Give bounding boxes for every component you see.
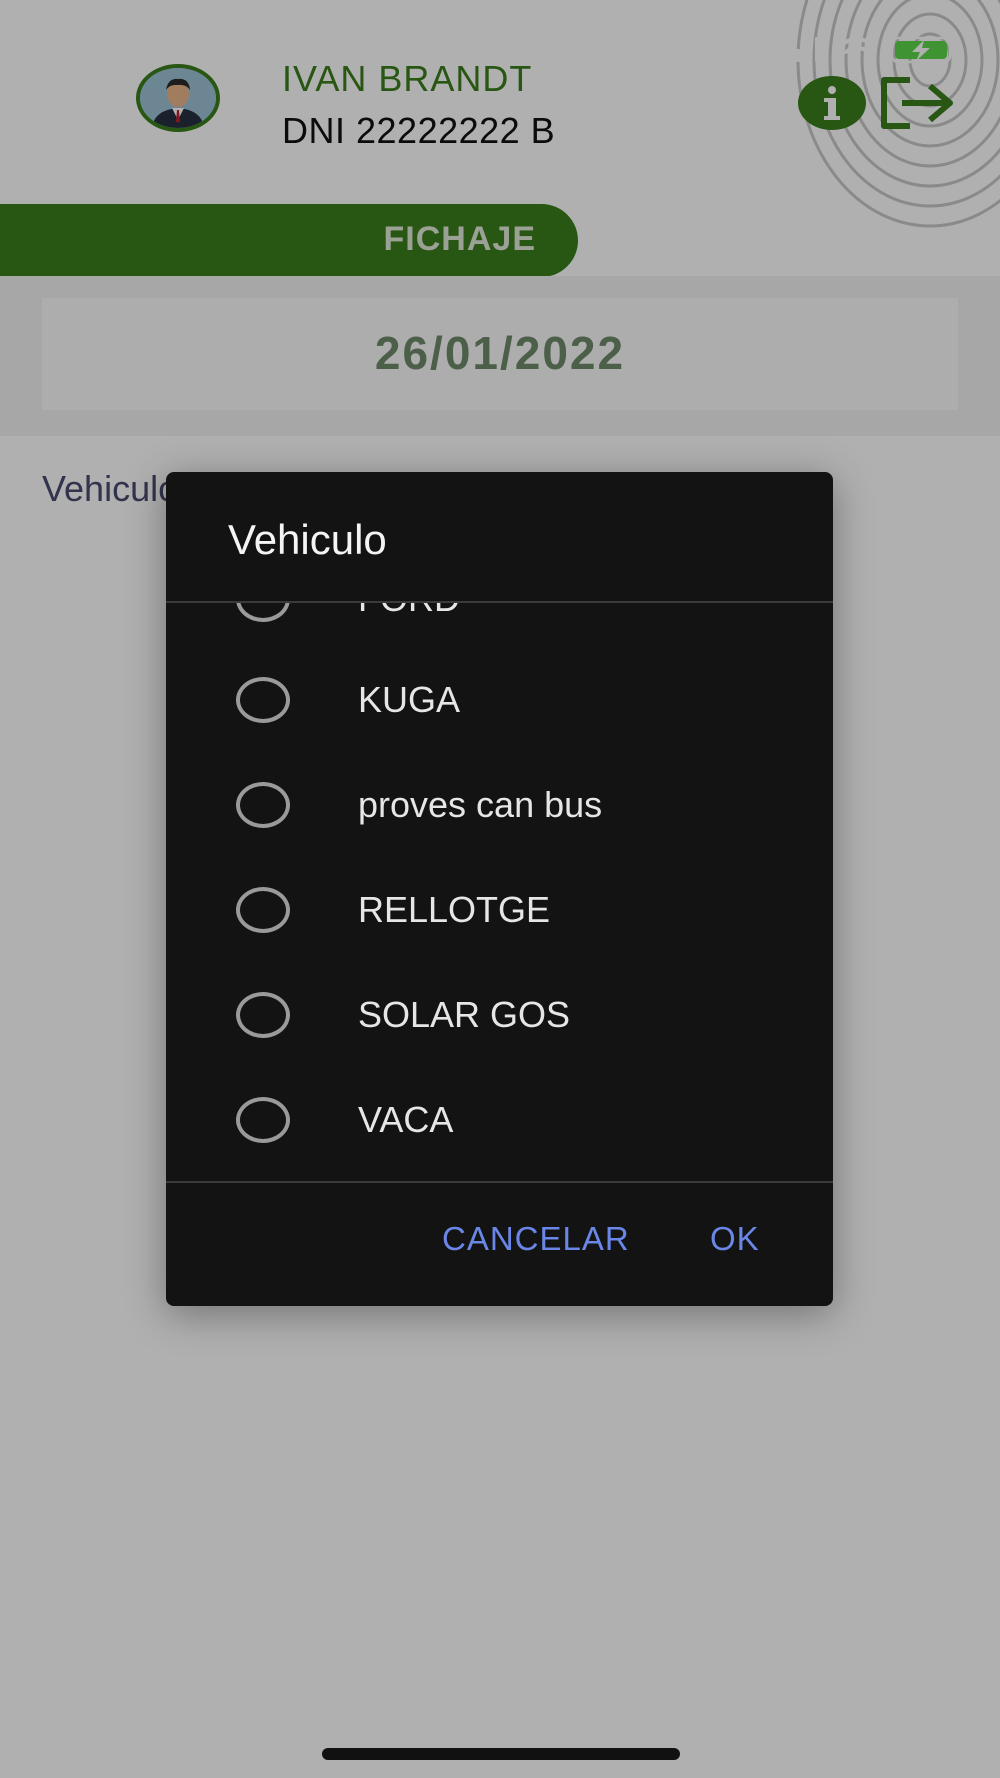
option-solar-gos[interactable]: SOLAR GOS (166, 963, 833, 1068)
option-label: KUGA (358, 679, 461, 720)
option-vaca[interactable]: VACA (166, 1068, 833, 1173)
option-label: VACA (358, 1099, 454, 1140)
radio-unchecked-icon[interactable] (236, 603, 290, 622)
option-proves-can-bus[interactable]: proves can bus (166, 753, 833, 858)
vehicle-dialog: Vehiculo FORD KUGA proves can bus RELLOT… (166, 472, 833, 1306)
option-label: SOLAR GOS (358, 994, 571, 1035)
options-list[interactable]: FORD KUGA proves can bus RELLOTGE SOLAR … (166, 603, 833, 1181)
radio-unchecked-icon[interactable] (236, 992, 290, 1038)
app-screen: 3:30 IVAN BRANDT DNI 22222222 B FICHAJE … (0, 0, 1000, 1778)
dialog-title: Vehiculo (228, 516, 387, 563)
radio-unchecked-icon[interactable] (236, 887, 290, 933)
option-kuga[interactable]: KUGA (166, 648, 833, 753)
radio-unchecked-icon[interactable] (236, 1097, 290, 1143)
option-label: RELLOTGE (358, 889, 551, 930)
ok-button[interactable]: OK (710, 1220, 760, 1258)
radio-unchecked-icon[interactable] (236, 782, 290, 828)
option-label: FORD (358, 603, 460, 620)
option-rellotge[interactable]: RELLOTGE (166, 858, 833, 963)
option-ford[interactable]: FORD (166, 603, 833, 652)
home-indicator[interactable] (322, 1748, 680, 1760)
option-label: proves can bus (358, 784, 603, 825)
radio-unchecked-icon[interactable] (236, 677, 290, 723)
dialog-divider-bottom (166, 1181, 833, 1183)
cancel-button[interactable]: CANCELAR (442, 1220, 630, 1258)
